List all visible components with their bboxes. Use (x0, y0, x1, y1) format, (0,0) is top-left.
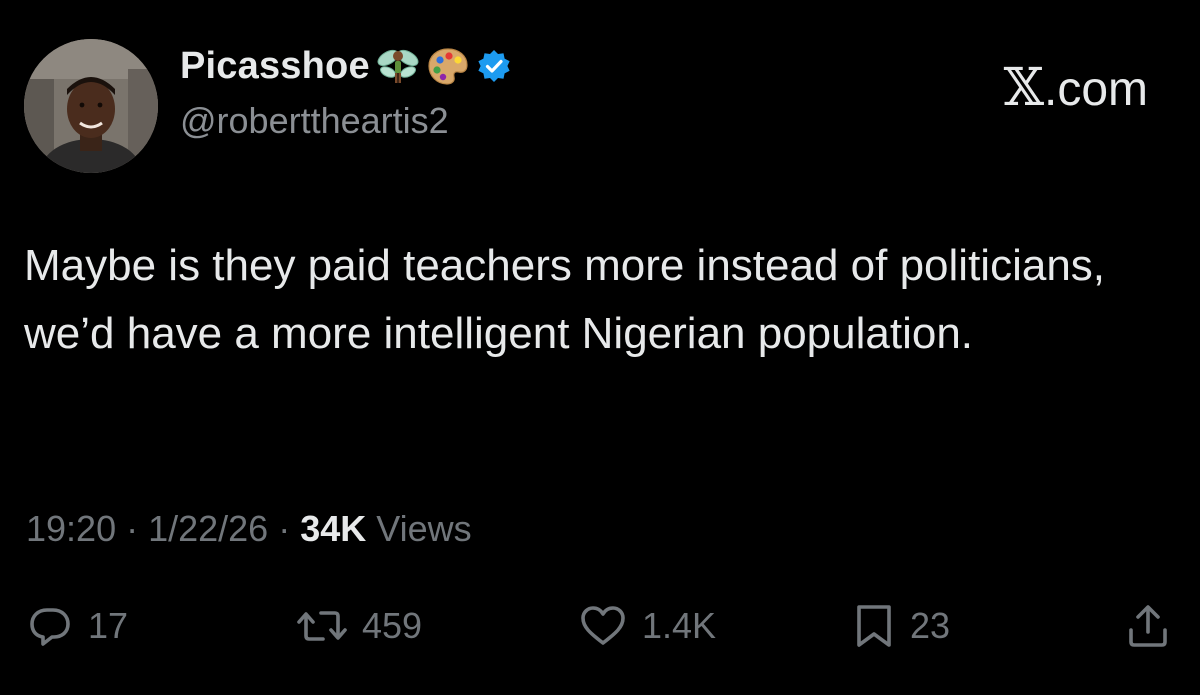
bookmark-icon (852, 602, 896, 650)
tweet-date: 1/22/26 (148, 508, 269, 549)
reply-button[interactable]: 17 (26, 596, 128, 656)
author-handle[interactable]: @roberttheartis2 (180, 100, 449, 142)
fairy-emoji-icon (376, 44, 420, 88)
verified-badge-icon (476, 48, 512, 84)
views-count: 34K (300, 508, 367, 549)
tweet-text: Maybe is they paid teachers more instead… (24, 241, 1106, 358)
reply-icon (26, 602, 74, 650)
repost-button[interactable]: 459 (296, 596, 422, 656)
meta-separator: · (268, 508, 301, 549)
like-icon (578, 602, 628, 650)
share-icon (1124, 602, 1172, 650)
artist-palette-icon (426, 44, 470, 88)
action-bar: 17 459 1.4K 23 (0, 596, 1200, 656)
brand-suffix: .com (1043, 63, 1148, 116)
meta-separator: · (116, 508, 149, 549)
share-button[interactable] (1124, 596, 1172, 656)
repost-count: 459 (362, 605, 423, 646)
author-name-row: Picasshoe (180, 42, 512, 90)
repost-icon (296, 602, 348, 650)
bookmark-button[interactable]: 23 (852, 596, 950, 656)
display-name[interactable]: Picasshoe (180, 45, 370, 88)
tweet-time: 19:20 (26, 508, 117, 549)
brand-logo: 𝕏.com (1004, 58, 1148, 118)
like-count: 1.4K (642, 605, 717, 646)
views-label: Views (366, 508, 472, 549)
like-button[interactable]: 1.4K (578, 596, 716, 656)
bookmark-count: 23 (910, 605, 951, 646)
x-logo-icon: 𝕏 (1003, 58, 1044, 118)
reply-count: 17 (88, 605, 129, 646)
tweet-meta: 19:20 · 1/22/26 · 34K Views (26, 508, 472, 550)
avatar[interactable] (24, 39, 158, 173)
